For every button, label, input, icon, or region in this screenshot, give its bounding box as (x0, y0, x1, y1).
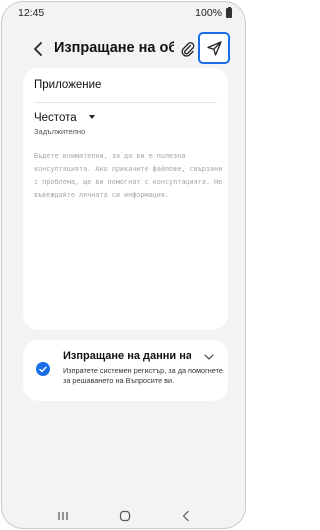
attach-button[interactable] (179, 40, 197, 58)
page-title: Изпращане на обратна връзка (54, 40, 174, 56)
required-hint: Задължително (34, 127, 86, 136)
consent-title: Изпращане на данни на устройството (63, 350, 191, 362)
status-time: 12:45 (18, 7, 45, 19)
checkmark-icon (39, 366, 47, 372)
recents-icon (58, 512, 68, 520)
nav-back-button[interactable] (180, 509, 192, 528)
app-bar: Изпращане на обратна връзка (2, 30, 245, 68)
app-field[interactable]: Приложение (34, 79, 101, 91)
home-icon (119, 510, 131, 522)
consent-description: Изпратете системен регистър, за да помог… (63, 366, 223, 385)
frequency-dropdown[interactable]: Честота (34, 112, 95, 124)
frequency-label: Честота (34, 112, 77, 124)
feedback-card: Приложение Честота Задължително Бъдете в… (23, 68, 228, 330)
battery-icon (226, 6, 232, 18)
back-button[interactable] (29, 39, 49, 59)
feedback-text-area[interactable]: Бъдете внимателни, за да ви е полезна ко… (34, 150, 224, 202)
phone-frame: 12:45 100% Изпращане на обратна връзка П… (1, 1, 246, 529)
battery-percent: 100% (195, 7, 222, 19)
navigation-bar (2, 502, 245, 528)
send-icon (207, 41, 222, 56)
send-device-data-card: Изпращане на данни на устройството Изпра… (23, 340, 228, 401)
status-bar: 12:45 100% (2, 2, 245, 24)
chevron-down-icon (204, 354, 214, 360)
divider (34, 102, 217, 103)
paperclip-icon (181, 42, 195, 57)
caret-down-icon (88, 115, 95, 119)
expand-button[interactable] (203, 349, 215, 360)
send-button[interactable] (198, 32, 230, 64)
recents-button[interactable] (57, 509, 69, 528)
home-button[interactable] (118, 509, 132, 528)
send-data-checkbox[interactable] (36, 362, 50, 376)
back-icon (182, 510, 189, 522)
back-arrow-icon (34, 42, 42, 56)
